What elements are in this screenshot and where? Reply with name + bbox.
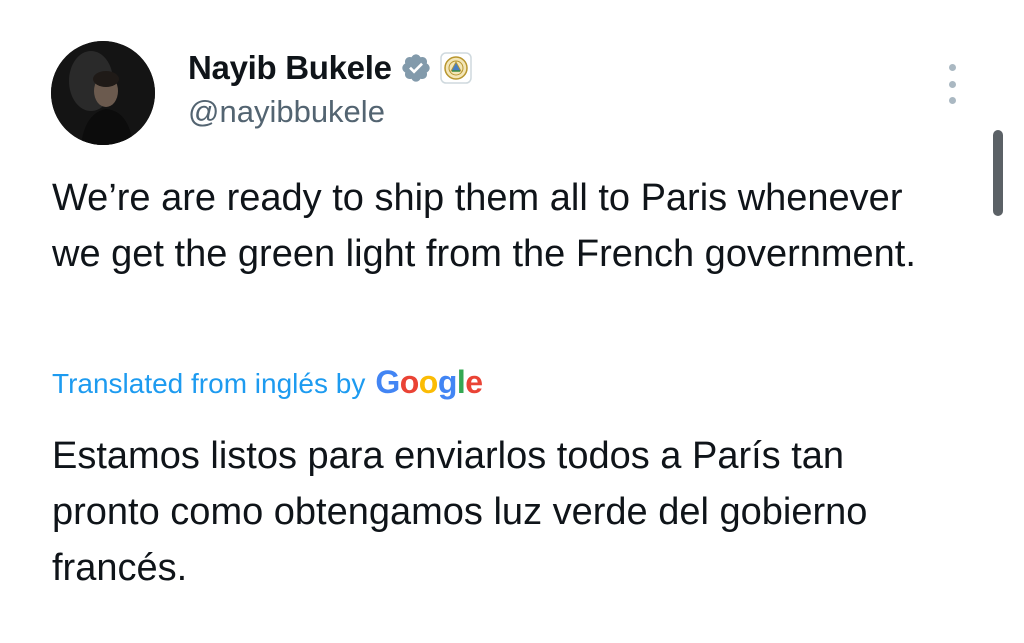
el-salvador-seal-icon[interactable] [439,52,472,84]
avatar[interactable] [51,41,155,145]
ellipsis-dot [948,64,956,71]
google-logo-letter: G [375,364,400,400]
ellipsis-dot [948,97,956,104]
scrollbar[interactable] [993,130,1003,216]
google-logo-letter: e [465,364,483,400]
google-logo: Google [375,364,483,401]
google-logo-letter: g [437,364,458,400]
avatar-photo [51,41,155,145]
translated-text: Estamos listos para enviarlos todos a Pa… [52,435,868,589]
ellipsis-dot [948,80,956,88]
tweet-text: We’re are ready to ship them all to Pari… [52,177,916,275]
author-handle[interactable]: @nayibbukele [188,94,385,130]
translation-label[interactable]: Translated from inglés by [52,368,365,400]
google-logo-letter: l [456,364,466,400]
verified-check-icon[interactable] [400,52,432,84]
translation-attribution: Translated from inglés by Google [52,364,483,404]
vertical-ellipsis-icon[interactable] [940,64,964,104]
author-display-name[interactable]: Nayib Bukele [188,49,392,87]
author-name-row: Nayib Bukele [188,48,472,88]
google-logo-letter: o [418,364,439,400]
google-logo-letter: o [399,364,420,400]
